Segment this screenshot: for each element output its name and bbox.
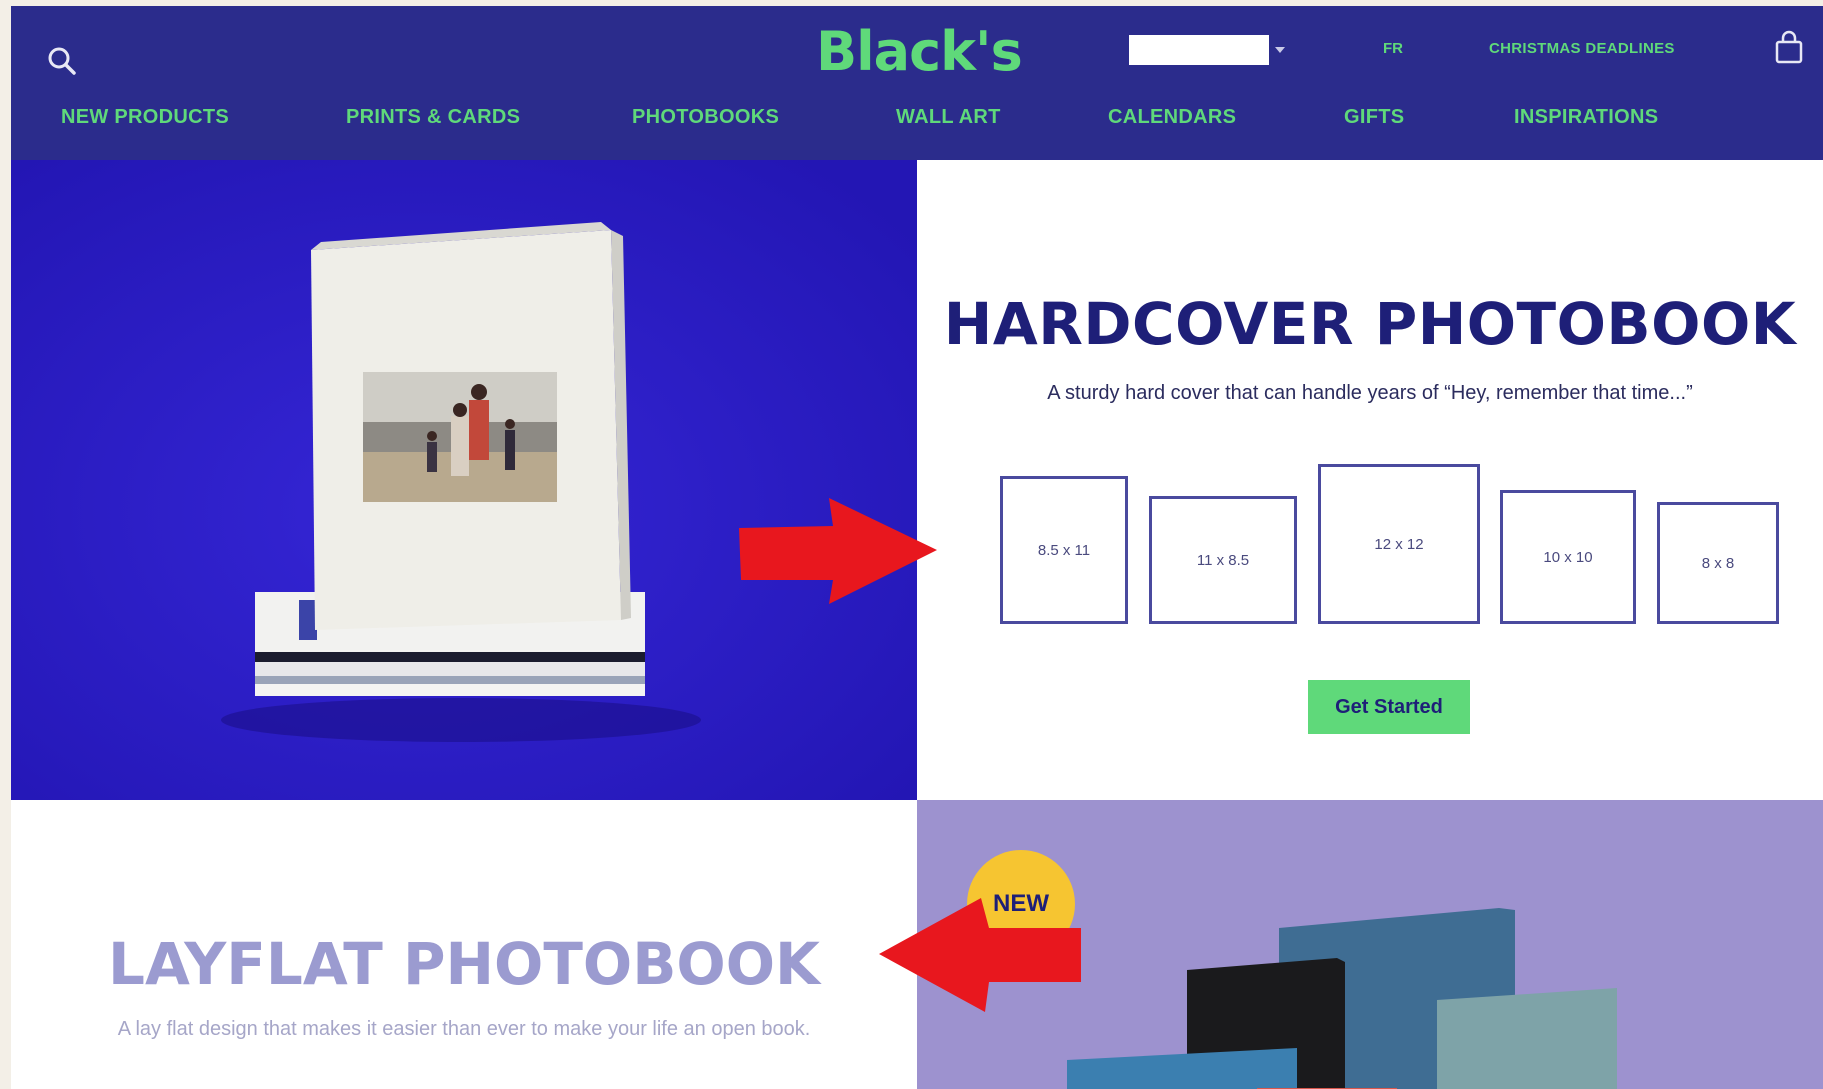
size-option-12x12[interactable]: 12 x 12 xyxy=(1318,464,1480,624)
layflat-subtitle: A lay flat design that makes it easier t… xyxy=(117,1018,811,1040)
nav-item-inspirations[interactable]: INSPIRATIONS xyxy=(1514,106,1658,129)
site-header: Black's ██████████ FR CHRISTMAS DEADLINE… xyxy=(11,6,1823,160)
red-arrow-left-icon xyxy=(877,896,1083,1021)
layflat-photobook-panel: LAYFLAT PHOTOBOOK A lay flat design that… xyxy=(11,800,917,1089)
search-icon[interactable] xyxy=(45,44,79,78)
brand-logo[interactable]: Black's xyxy=(816,20,1023,83)
page-frame: Black's ██████████ FR CHRISTMAS DEADLINE… xyxy=(11,6,1823,1089)
chevron-down-icon xyxy=(1275,47,1285,53)
main-nav: NEW PRODUCTS PRINTS & CARDS PHOTOBOOKS W… xyxy=(11,106,1823,142)
hero-subtitle: A sturdy hard cover that can handle year… xyxy=(1047,382,1693,404)
size-option-8-5x11[interactable]: 8.5 x 11 xyxy=(1000,476,1128,624)
size-option-8x8[interactable]: 8 x 8 xyxy=(1657,502,1779,624)
hardcover-photobook-image[interactable] xyxy=(11,160,917,800)
get-started-button[interactable]: Get Started xyxy=(1308,680,1470,734)
nav-item-photobooks[interactable]: PHOTOBOOKS xyxy=(632,106,779,129)
layflat-title: LAYFLAT PHOTOBOOK xyxy=(107,930,820,998)
photobook-illustration xyxy=(11,160,917,800)
page-title: HARDCOVER PHOTOBOOK xyxy=(943,290,1797,358)
account-dropdown[interactable]: ██████████ xyxy=(1129,33,1289,67)
size-option-10x10[interactable]: 10 x 10 xyxy=(1500,490,1636,624)
language-toggle-link[interactable]: FR xyxy=(1383,40,1403,57)
nav-item-gifts[interactable]: GIFTS xyxy=(1344,106,1404,129)
nav-item-wall-art[interactable]: WALL ART xyxy=(896,106,1001,129)
nav-item-new-products[interactable]: NEW PRODUCTS xyxy=(61,106,229,129)
shopping-bag-icon[interactable] xyxy=(1773,30,1805,66)
red-arrow-right-icon xyxy=(737,496,947,615)
hardcover-photobook-panel: HARDCOVER PHOTOBOOK A sturdy hard cover … xyxy=(917,160,1823,800)
account-name-redacted: ██████████ xyxy=(1129,35,1269,65)
size-option-11x8-5[interactable]: 11 x 8.5 xyxy=(1149,496,1297,624)
christmas-deadlines-link[interactable]: CHRISTMAS DEADLINES xyxy=(1489,40,1675,57)
nav-item-calendars[interactable]: CALENDARS xyxy=(1108,106,1236,129)
nav-item-prints-cards[interactable]: PRINTS & CARDS xyxy=(346,106,520,129)
